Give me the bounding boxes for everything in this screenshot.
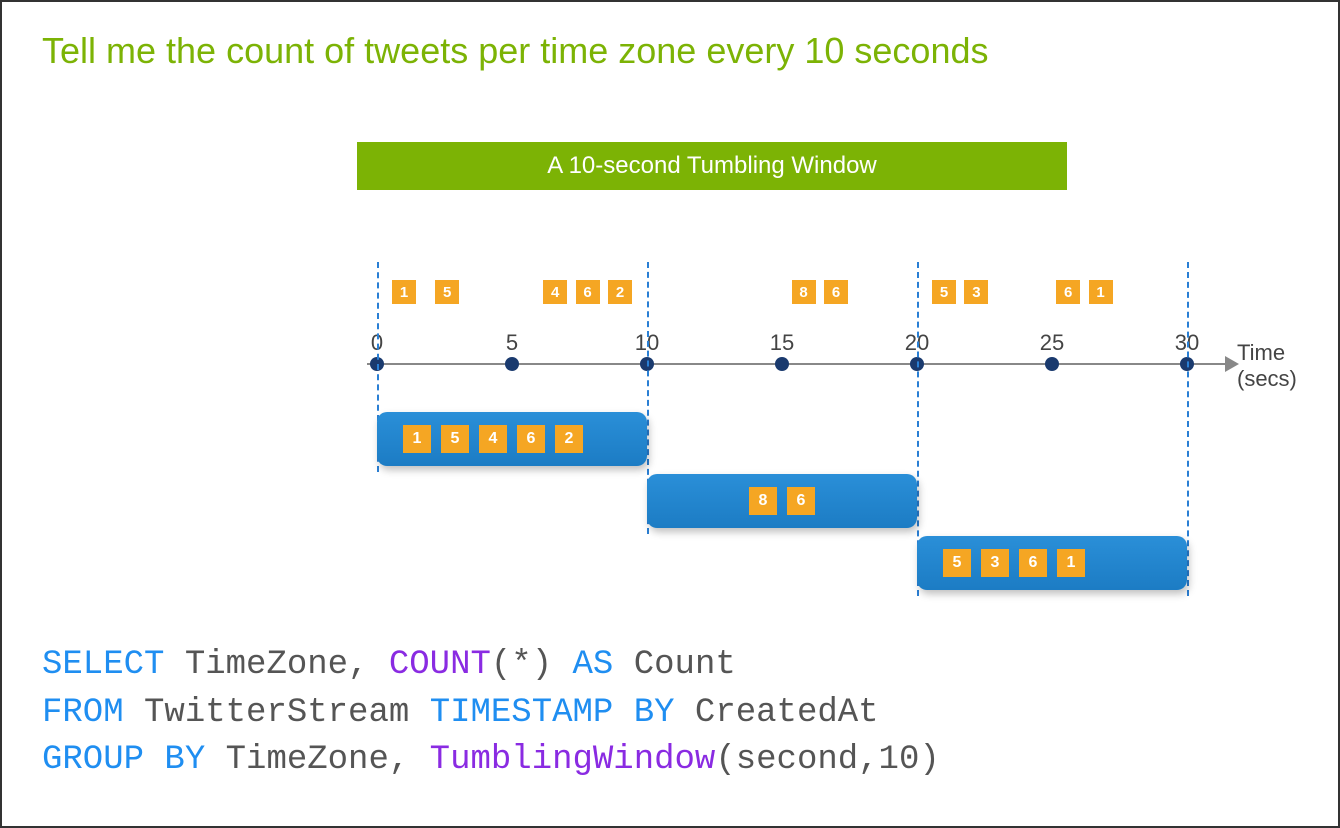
window-event: 6 bbox=[517, 425, 545, 453]
sql-count: COUNT bbox=[389, 646, 491, 684]
sql-tsby: TIMESTAMP BY bbox=[430, 694, 675, 732]
axis-title: Time (secs) bbox=[1237, 340, 1317, 392]
sql-tsbyarg: CreatedAt bbox=[675, 694, 879, 732]
stream-event: 5 bbox=[932, 280, 956, 304]
sql-tumblingargs: (second,10) bbox=[715, 741, 939, 779]
axis-title-line2: (secs) bbox=[1237, 366, 1317, 392]
window-result: 5361 bbox=[917, 536, 1187, 590]
sql-timezone: TimeZone, bbox=[164, 646, 388, 684]
window-event: 1 bbox=[1057, 549, 1085, 577]
sql-fromarg: TwitterStream bbox=[124, 694, 430, 732]
sql-countalias: Count bbox=[613, 646, 735, 684]
stream-event: 1 bbox=[1089, 280, 1113, 304]
sql-block: SELECT TimeZone, COUNT(*) AS Count FROM … bbox=[42, 642, 940, 785]
tick-dot bbox=[505, 357, 519, 371]
tick-dot bbox=[1045, 357, 1059, 371]
sql-as: AS bbox=[573, 646, 614, 684]
tick-label: 5 bbox=[506, 330, 518, 356]
timeline: Time (secs) 0510152025301546286536115462… bbox=[367, 262, 1237, 642]
stream-event: 4 bbox=[543, 280, 567, 304]
stream-event: 6 bbox=[824, 280, 848, 304]
sql-tumbling: TumblingWindow bbox=[430, 741, 716, 779]
sql-countargs: (*) bbox=[491, 646, 573, 684]
stream-event: 1 bbox=[392, 280, 416, 304]
diagram-title: Tell me the count of tweets per time zon… bbox=[42, 30, 989, 72]
tick-dot bbox=[775, 357, 789, 371]
stream-event: 3 bbox=[964, 280, 988, 304]
window-event: 1 bbox=[403, 425, 431, 453]
window-event: 8 bbox=[749, 487, 777, 515]
window-event: 5 bbox=[441, 425, 469, 453]
window-event: 4 bbox=[479, 425, 507, 453]
window-result: 86 bbox=[647, 474, 917, 528]
window-event: 6 bbox=[1019, 549, 1047, 577]
sql-from: FROM bbox=[42, 694, 124, 732]
stream-event: 6 bbox=[576, 280, 600, 304]
stream-event: 8 bbox=[792, 280, 816, 304]
window-banner: A 10-second Tumbling Window bbox=[357, 142, 1067, 190]
window-event: 6 bbox=[787, 487, 815, 515]
window-event: 2 bbox=[555, 425, 583, 453]
sql-select: SELECT bbox=[42, 646, 164, 684]
window-event: 3 bbox=[981, 549, 1009, 577]
window-boundary bbox=[1187, 262, 1189, 596]
sql-groupbyarg1: TimeZone, bbox=[205, 741, 429, 779]
axis-line bbox=[367, 363, 1227, 365]
sql-groupby: GROUP BY bbox=[42, 741, 205, 779]
diagram-frame: Tell me the count of tweets per time zon… bbox=[0, 0, 1340, 828]
window-result: 15462 bbox=[377, 412, 647, 466]
tick-label: 15 bbox=[770, 330, 794, 356]
axis-title-line1: Time bbox=[1237, 340, 1317, 366]
stream-event: 6 bbox=[1056, 280, 1080, 304]
stream-event: 2 bbox=[608, 280, 632, 304]
window-event: 5 bbox=[943, 549, 971, 577]
tick-label: 25 bbox=[1040, 330, 1064, 356]
stream-event: 5 bbox=[435, 280, 459, 304]
